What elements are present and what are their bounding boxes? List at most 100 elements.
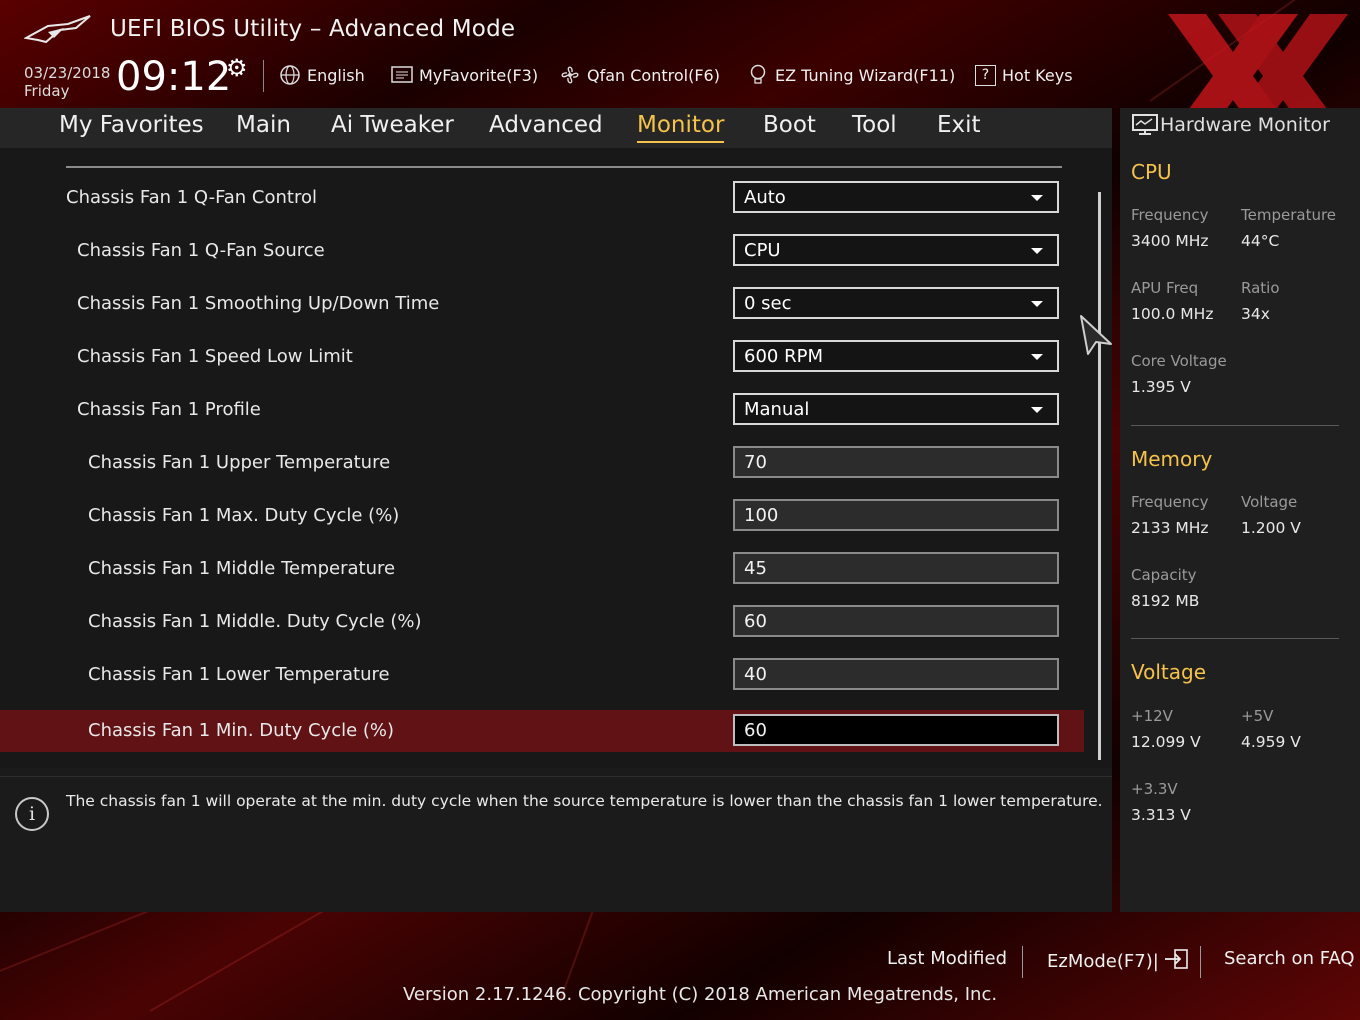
setting-label: Chassis Fan 1 Lower Temperature — [88, 664, 390, 685]
qfan-source-dropdown[interactable]: CPU — [733, 234, 1059, 266]
v5-label: +5V — [1241, 707, 1274, 725]
tab-monitor[interactable]: Monitor — [637, 112, 725, 143]
help-panel: i The chassis fan 1 will operate at the … — [0, 776, 1112, 912]
exit-arrow-icon — [1163, 948, 1189, 975]
version-info: Version 2.17.1246. Copyright (C) 2018 Am… — [403, 984, 998, 1005]
setting-row-upper-temperature[interactable]: Chassis Fan 1 Upper Temperature 70 — [0, 442, 1084, 484]
v33-value: 3.313 V — [1131, 806, 1191, 824]
setting-row-middle-temperature[interactable]: Chassis Fan 1 Middle Temperature 45 — [0, 548, 1084, 590]
max-duty-cycle-input[interactable]: 100 — [733, 499, 1059, 531]
memory-voltage-value: 1.200 V — [1241, 519, 1301, 537]
input-value: 45 — [744, 558, 767, 579]
lightbulb-icon — [747, 64, 769, 86]
caret-down-icon — [1031, 301, 1043, 307]
tab-ai-tweaker[interactable]: Ai Tweaker — [331, 112, 454, 138]
caret-down-icon — [1031, 248, 1043, 254]
v12-value: 12.099 V — [1131, 733, 1201, 751]
search-faq-button[interactable]: Search on FAQ — [1224, 948, 1355, 969]
date-display: 03/23/2018 — [24, 64, 111, 82]
setting-label: Chassis Fan 1 Middle. Duty Cycle (%) — [88, 611, 422, 632]
fan-icon — [559, 64, 581, 86]
speed-low-limit-dropdown[interactable]: 600 RPM — [733, 340, 1059, 372]
qfan-control-label: Qfan Control(F6) — [587, 65, 720, 85]
help-box-icon: ? — [975, 64, 996, 86]
setting-row-qfan-source[interactable]: Chassis Fan 1 Q-Fan Source CPU — [0, 230, 1084, 272]
profile-dropdown[interactable]: Manual — [733, 393, 1059, 425]
setting-row-lower-temperature[interactable]: Chassis Fan 1 Lower Temperature 40 — [0, 654, 1084, 696]
setting-label: Chassis Fan 1 Speed Low Limit — [77, 346, 353, 367]
tab-tool[interactable]: Tool — [852, 112, 897, 138]
language-button[interactable]: English — [279, 62, 365, 88]
hot-keys-button[interactable]: ? Hot Keys — [975, 62, 1073, 88]
gear-icon[interactable]: ⚙ — [226, 54, 248, 82]
language-label: English — [307, 65, 365, 85]
myfavorite-button[interactable]: MyFavorite(F3) — [391, 62, 538, 88]
cpu-heading: CPU — [1131, 160, 1172, 184]
input-value: 40 — [744, 664, 767, 685]
caret-down-icon — [1031, 195, 1043, 201]
apu-freq-label: APU Freq — [1131, 279, 1199, 297]
caret-down-icon — [1031, 354, 1043, 360]
ez-tuning-wizard-label: EZ Tuning Wizard(F11) — [775, 65, 956, 85]
setting-row-profile[interactable]: Chassis Fan 1 Profile Manual — [0, 389, 1084, 431]
capacity-label: Capacity — [1131, 566, 1197, 584]
min-duty-cycle-input[interactable]: 60 — [733, 714, 1059, 746]
memory-frequency-label: Frequency — [1131, 493, 1209, 511]
ez-mode-label: EzMode(F7)| — [1047, 951, 1159, 972]
setting-row-speed-low-limit[interactable]: Chassis Fan 1 Speed Low Limit 600 RPM — [0, 336, 1084, 378]
memory-frequency-value: 2133 MHz — [1131, 519, 1209, 537]
setting-row-min-duty-cycle[interactable]: Chassis Fan 1 Min. Duty Cycle (%) 60 — [0, 710, 1084, 752]
lower-temperature-input[interactable]: 40 — [733, 658, 1059, 690]
setting-row-smoothing-time[interactable]: Chassis Fan 1 Smoothing Up/Down Time 0 s… — [0, 283, 1084, 325]
footer-divider — [1022, 946, 1023, 978]
ez-mode-button[interactable]: EzMode(F7)| — [1047, 948, 1189, 975]
cpu-temperature-value: 44°C — [1241, 232, 1280, 250]
day-display: Friday — [24, 82, 70, 100]
setting-label: Chassis Fan 1 Q-Fan Source — [77, 240, 325, 261]
hardware-monitor-title: Hardware Monitor — [1160, 114, 1330, 136]
v12-label: +12V — [1131, 707, 1173, 725]
section-divider — [1131, 425, 1339, 426]
capacity-value: 8192 MB — [1131, 592, 1200, 610]
dropdown-value: CPU — [744, 240, 781, 261]
help-text: The chassis fan 1 will operate at the mi… — [66, 792, 1103, 810]
tab-boot[interactable]: Boot — [763, 112, 816, 138]
caret-down-icon — [1031, 407, 1043, 413]
setting-row-max-duty-cycle[interactable]: Chassis Fan 1 Max. Duty Cycle (%) 100 — [0, 495, 1084, 537]
hardware-monitor-panel: Hardware Monitor CPU Frequency Temperatu… — [1120, 108, 1360, 912]
header-bar: UEFI BIOS Utility – Advanced Mode 03/23/… — [0, 0, 1360, 138]
input-value: 60 — [744, 611, 767, 632]
v5-value: 4.959 V — [1241, 733, 1301, 751]
setting-row-middle-duty-cycle[interactable]: Chassis Fan 1 Middle. Duty Cycle (%) 60 — [0, 601, 1084, 643]
clock-display[interactable]: 09:12 — [116, 54, 231, 100]
app-title: UEFI BIOS Utility – Advanced Mode — [110, 16, 516, 42]
ratio-value: 34x — [1241, 305, 1270, 323]
settings-list: Chassis Fan 1 Q-Fan Control Auto Chassis… — [0, 148, 1112, 768]
tab-main[interactable]: Main — [236, 112, 291, 138]
setting-label: Chassis Fan 1 Min. Duty Cycle (%) — [88, 720, 395, 741]
dropdown-value: Auto — [744, 187, 786, 208]
setting-label: Chassis Fan 1 Max. Duty Cycle (%) — [88, 505, 400, 526]
memory-heading: Memory — [1131, 447, 1213, 471]
header-divider — [263, 60, 264, 92]
tab-advanced[interactable]: Advanced — [489, 112, 603, 138]
footer-divider — [1200, 946, 1201, 978]
tab-my-favorites[interactable]: My Favorites — [59, 112, 204, 138]
qfan-control-dropdown[interactable]: Auto — [733, 181, 1059, 213]
rog-logo-icon — [24, 15, 91, 44]
setting-row-qfan-control[interactable]: Chassis Fan 1 Q-Fan Control Auto — [0, 177, 1084, 219]
monitor-icon — [1132, 114, 1158, 135]
smoothing-time-dropdown[interactable]: 0 sec — [733, 287, 1059, 319]
globe-icon — [279, 64, 301, 86]
tab-exit[interactable]: Exit — [937, 112, 981, 138]
middle-temperature-input[interactable]: 45 — [733, 552, 1059, 584]
dropdown-value: 600 RPM — [744, 346, 823, 367]
last-modified-button[interactable]: Last Modified — [887, 948, 1007, 969]
upper-temperature-input[interactable]: 70 — [733, 446, 1059, 478]
settings-scrollbar[interactable] — [1098, 192, 1101, 760]
middle-duty-cycle-input[interactable]: 60 — [733, 605, 1059, 637]
section-divider — [66, 166, 1062, 168]
ez-tuning-wizard-button[interactable]: EZ Tuning Wizard(F11) — [747, 62, 955, 88]
qfan-control-button[interactable]: Qfan Control(F6) — [559, 62, 720, 88]
dropdown-value: Manual — [744, 399, 810, 420]
